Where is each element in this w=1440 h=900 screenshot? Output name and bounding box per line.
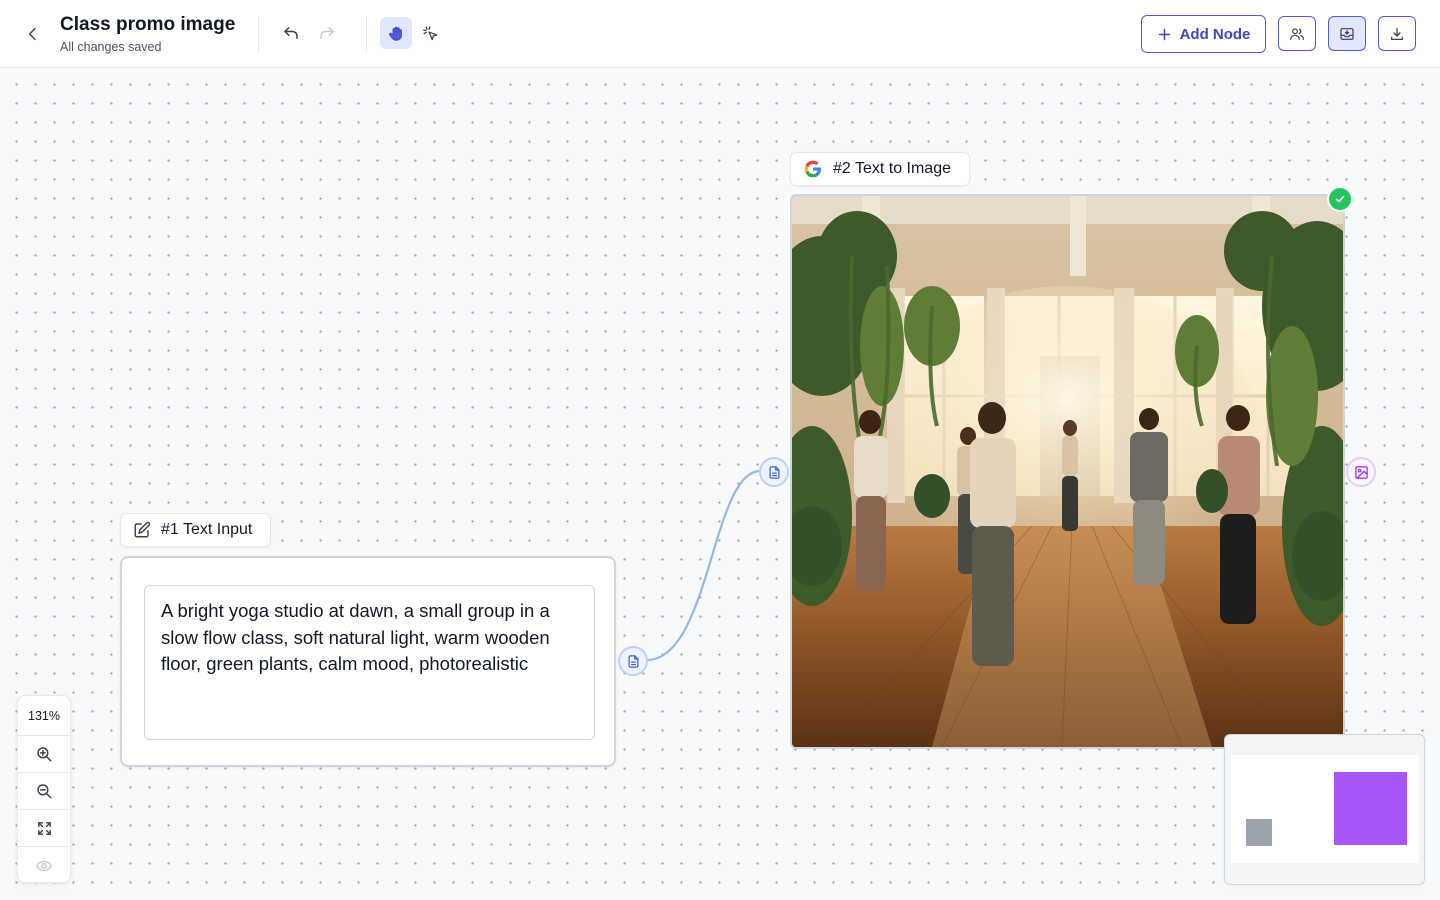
download-button[interactable]	[1378, 16, 1416, 51]
image-icon	[1354, 465, 1368, 479]
zoom-in-button[interactable]	[18, 736, 70, 773]
redo-icon	[320, 27, 334, 39]
pan-tool-button[interactable]	[380, 17, 412, 49]
zoom-level: 131%	[18, 696, 70, 736]
success-status-badge	[1327, 186, 1353, 212]
text-output-handle[interactable]	[618, 646, 648, 676]
generated-image[interactable]	[790, 194, 1345, 749]
minimap-image-node	[1334, 772, 1407, 845]
divider	[366, 16, 367, 52]
divider	[258, 16, 259, 52]
fit-view-icon	[37, 821, 51, 835]
users-icon	[1290, 27, 1304, 40]
toggle-minimap-button[interactable]	[18, 847, 70, 882]
download-icon	[1391, 27, 1403, 40]
zoom-controls: 131%	[17, 695, 71, 883]
redo-button[interactable]	[311, 17, 343, 49]
back-button[interactable]	[18, 20, 48, 48]
zoom-out-button[interactable]	[18, 773, 70, 810]
plus-icon	[1158, 28, 1170, 40]
pointer-click-icon	[422, 25, 438, 40]
save-status: All changes saved	[60, 40, 162, 54]
save-button[interactable]	[1328, 16, 1366, 51]
text-to-image-node-label: #2 Text to Image	[833, 160, 951, 177]
minimap[interactable]	[1224, 734, 1425, 885]
add-node-label: Add Node	[1179, 25, 1251, 43]
document-icon	[628, 654, 638, 668]
collaborators-button[interactable]	[1278, 16, 1316, 51]
tray-download-icon	[1340, 27, 1354, 40]
add-node-button[interactable]: Add Node	[1141, 15, 1266, 53]
image-output-handle[interactable]	[1346, 457, 1376, 487]
top-bar: Class promo image All changes saved Add …	[0, 0, 1440, 68]
zoom-out-icon	[37, 784, 52, 799]
check-icon	[1335, 195, 1345, 203]
minimap-text-node	[1246, 819, 1272, 846]
text-to-image-node-header[interactable]: #2 Text to Image	[790, 152, 970, 186]
fit-view-button[interactable]	[18, 810, 70, 847]
undo-icon	[284, 27, 298, 39]
hand-icon	[388, 26, 402, 41]
text-input-handle[interactable]	[759, 457, 789, 487]
eye-icon	[35, 860, 53, 871]
document-title[interactable]: Class promo image	[60, 14, 235, 36]
text-input-node[interactable]: A bright yoga studio at dawn, a small gr…	[120, 556, 616, 767]
select-tool-button[interactable]	[414, 17, 446, 49]
text-input-node-label: #1 Text Input	[161, 521, 253, 538]
zoom-in-icon	[37, 747, 52, 762]
document-icon	[769, 465, 779, 479]
undo-button[interactable]	[275, 17, 307, 49]
yoga-studio-image	[792, 196, 1343, 747]
edit-icon	[134, 521, 151, 538]
google-logo-icon	[804, 160, 821, 178]
text-input-node-header[interactable]: #1 Text Input	[120, 513, 271, 547]
prompt-textarea[interactable]: A bright yoga studio at dawn, a small gr…	[144, 585, 595, 740]
chevron-left-icon	[28, 27, 36, 41]
